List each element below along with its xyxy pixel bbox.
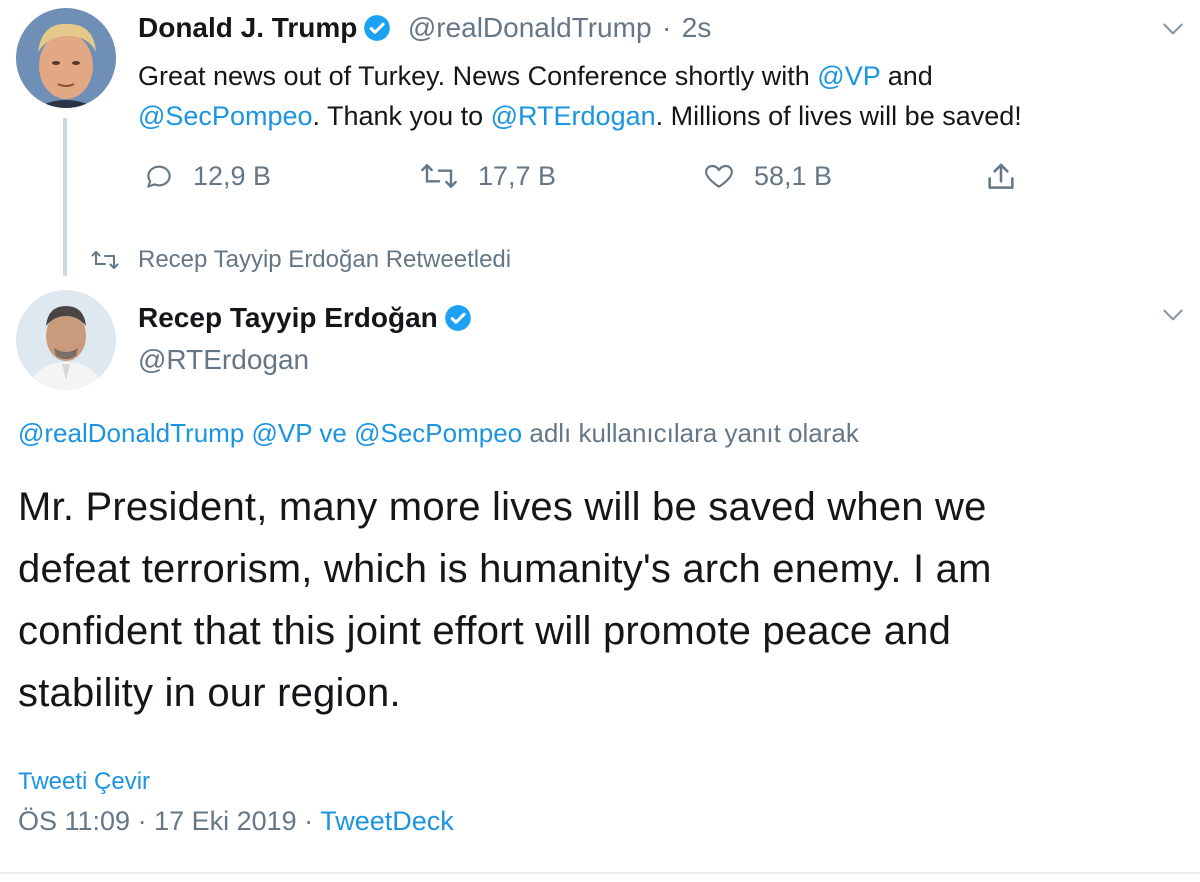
- erdogan-avatar-image: [16, 290, 116, 390]
- tweet1-text: Great news out of Turkey. News Conferenc…: [138, 56, 1178, 136]
- tweet2-chevron-down-icon[interactable]: [1160, 302, 1186, 328]
- verified-badge-icon: [444, 305, 471, 331]
- tweet2-timestamp[interactable]: ÖS 11:09 · 17 Eki 2019 ·: [18, 806, 313, 836]
- thread-connector-line: [63, 118, 67, 276]
- tweet1-header: Donald J. Trump @realDonaldTrump · 2s: [138, 12, 711, 44]
- reply-to-vp-link[interactable]: @VP: [252, 418, 313, 448]
- bottom-divider: [0, 872, 1200, 874]
- reply-button[interactable]: 12,9 B: [143, 160, 271, 192]
- retweet-notice: Recep Tayyip Erdoğan Retweetledi: [90, 246, 511, 274]
- mention-rterdogan-link[interactable]: @RTErdogan: [491, 101, 656, 131]
- tweet1-separator: ·: [661, 12, 672, 43]
- heart-icon: [705, 164, 733, 188]
- mention-secpompeo-link[interactable]: @SecPompeo: [138, 101, 313, 131]
- tweet1-chevron-down-icon[interactable]: [1160, 16, 1186, 42]
- tweet2-handle[interactable]: @RTErdogan: [138, 344, 309, 376]
- tweet2-meta: ÖS 11:09 · 17 Eki 2019 · TweetDeck: [18, 806, 454, 837]
- tweet1-seg: and: [880, 61, 933, 91]
- tweet2-text: Mr. President, many more lives will be s…: [18, 476, 1188, 724]
- reply-to-line: @realDonaldTrump @VP ve @SecPompeo adlı …: [18, 418, 859, 449]
- retweet-notice-text[interactable]: Recep Tayyip Erdoğan Retweetledi: [138, 246, 511, 274]
- tweet2-text-line: confident that this joint effort will pr…: [18, 609, 952, 653]
- retweet-button[interactable]: 17,7 B: [418, 160, 556, 192]
- retweet-icon: [421, 164, 457, 188]
- mention-vp-link[interactable]: @VP: [817, 61, 880, 91]
- reply-count: 12,9 B: [193, 160, 272, 191]
- reply-to-suffix: adlı kullanıcılara yanıt olarak: [529, 418, 859, 448]
- reply-to-realdonaldtrump-link[interactable]: @realDonaldTrump: [18, 418, 244, 448]
- tweet1-author-name[interactable]: Donald J. Trump: [138, 12, 357, 43]
- tweet2-text-line: defeat terrorism, which is humanity's ar…: [18, 547, 992, 591]
- erdogan-avatar[interactable]: [16, 290, 116, 390]
- tweet1-seg: . Millions of lives will be saved!: [655, 101, 1022, 131]
- trump-avatar[interactable]: [16, 8, 116, 108]
- tweet1-time[interactable]: 2s: [682, 12, 712, 43]
- tweet1-text-line1: Great news out of Turkey. News Conferenc…: [138, 56, 1178, 96]
- reply-icon: [147, 165, 171, 188]
- verified-badge-icon: [364, 15, 391, 41]
- trump-avatar-image: [16, 8, 116, 108]
- tweet1-seg: Great news out of Turkey. News Conferenc…: [138, 61, 818, 91]
- tweet2-text-line: stability in our region.: [18, 671, 401, 715]
- reply-to-secpompeo-link[interactable]: @SecPompeo: [354, 418, 522, 448]
- tweet2-text-line: Mr. President, many more lives will be s…: [18, 485, 987, 529]
- share-icon[interactable]: [984, 160, 1018, 194]
- reply-to-ve: ve: [319, 418, 347, 448]
- like-button[interactable]: 58,1 B: [702, 160, 832, 192]
- tweet1-handle[interactable]: @realDonaldTrump: [408, 12, 652, 43]
- like-count: 58,1 B: [754, 160, 833, 191]
- retweeted-icon: [91, 251, 119, 269]
- tweet2-source-link[interactable]: TweetDeck: [320, 806, 454, 836]
- translate-tweet-link[interactable]: Tweeti Çevir: [18, 768, 150, 796]
- tweet2-header: Recep Tayyip Erdoğan: [138, 302, 472, 334]
- tweet1-seg: . Thank you to: [312, 101, 491, 131]
- tweet1-text-line2: @SecPompeo. Thank you to @RTErdogan. Mil…: [138, 96, 1178, 136]
- retweet-count: 17,7 B: [478, 160, 557, 191]
- tweet2-author-name[interactable]: Recep Tayyip Erdoğan: [138, 302, 438, 333]
